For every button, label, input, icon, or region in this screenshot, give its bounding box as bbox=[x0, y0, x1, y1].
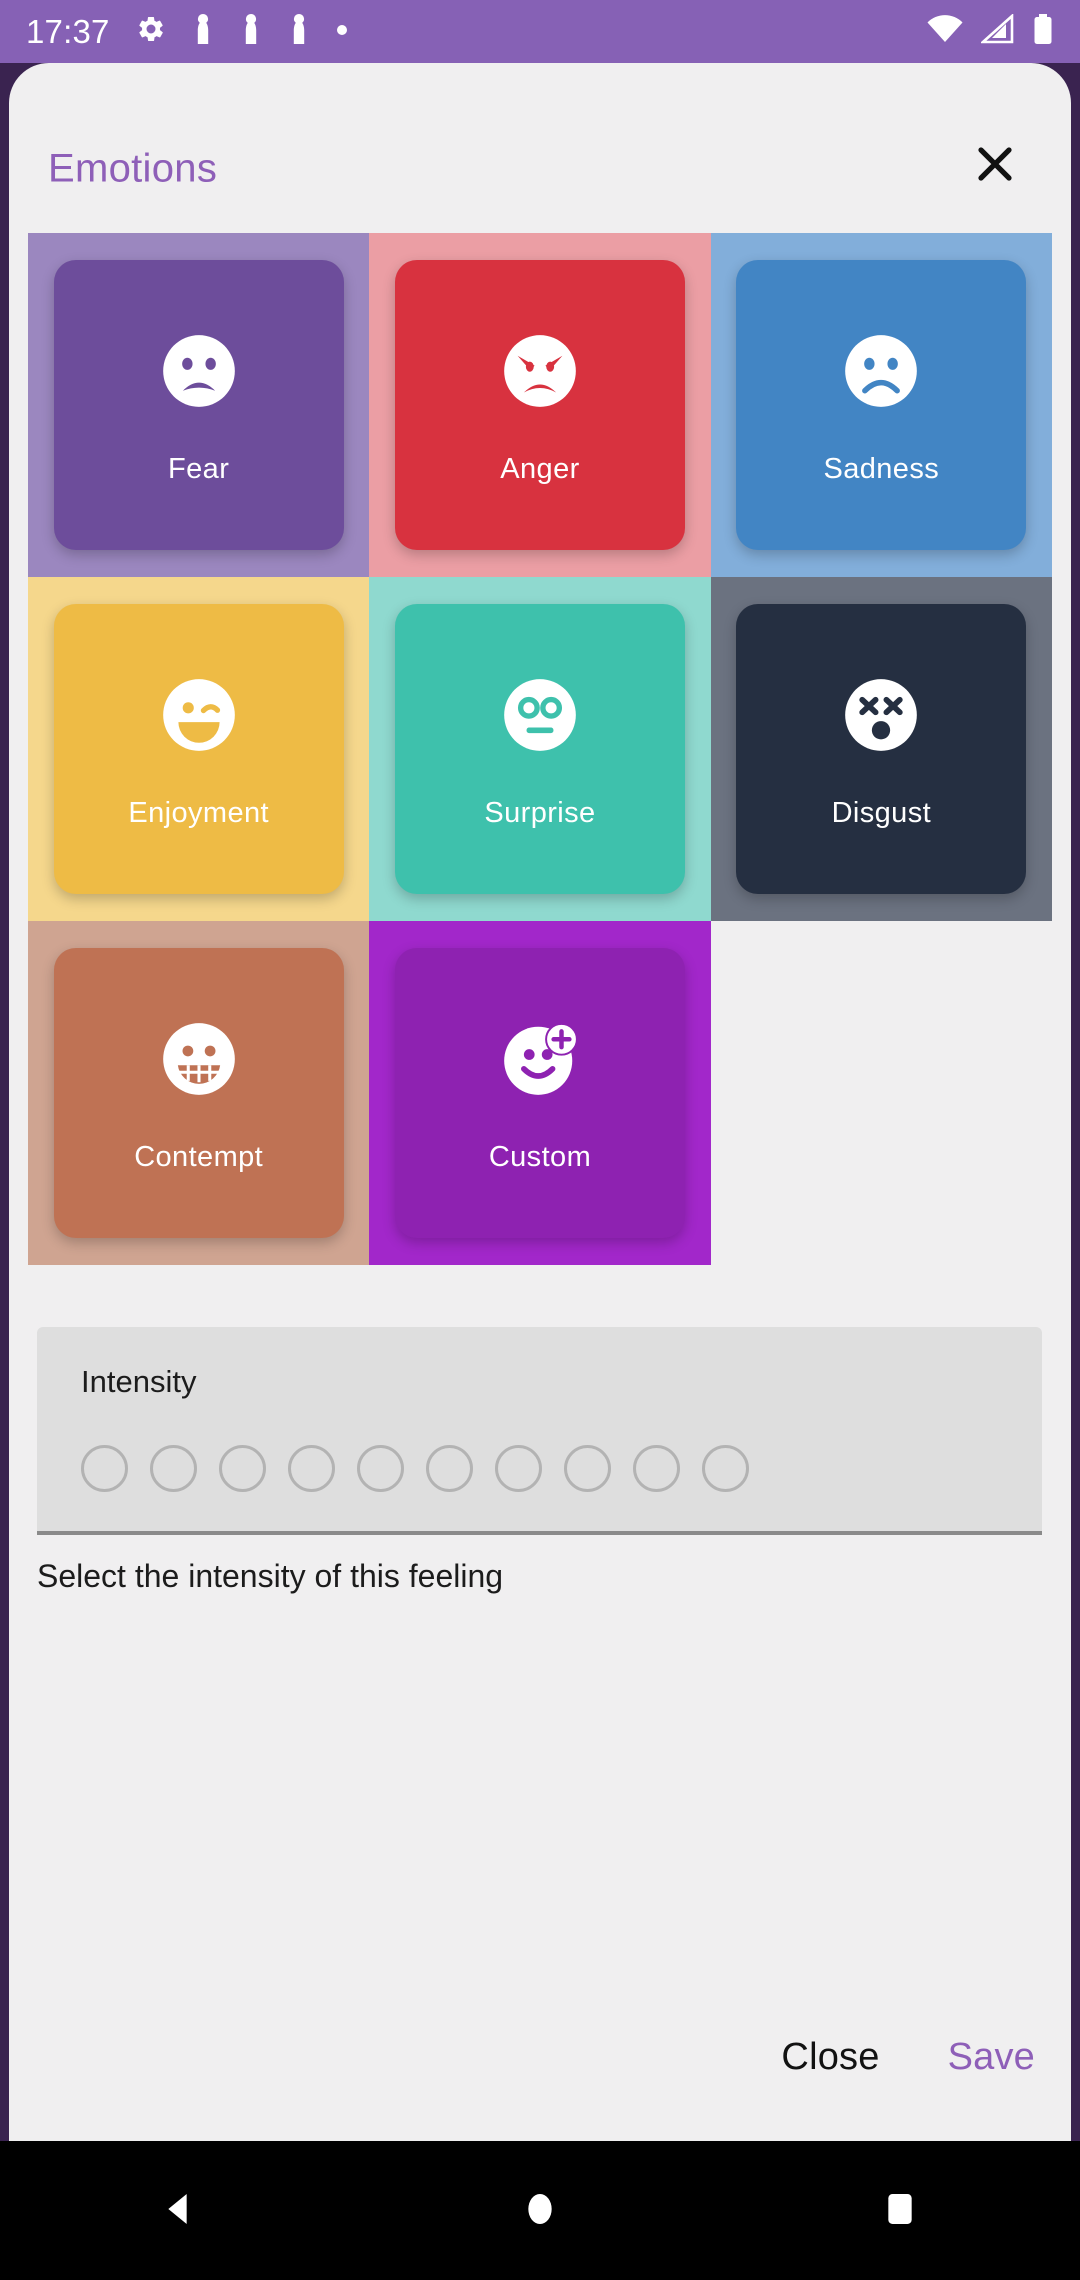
emotion-grid: Fear Anger Sadness Enjoyment Surprise Di… bbox=[28, 233, 1052, 1265]
emotion-tile-enjoyment[interactable]: Enjoyment bbox=[28, 577, 370, 921]
home-button[interactable] bbox=[465, 2141, 615, 2280]
intensity-options bbox=[81, 1445, 749, 1492]
intensity-field[interactable]: Intensity bbox=[37, 1327, 1042, 1535]
fearful-face-icon bbox=[155, 327, 243, 415]
dialog-actions: Close Save bbox=[775, 2026, 1041, 2089]
angry-face-icon bbox=[496, 327, 584, 415]
intensity-option-6[interactable] bbox=[426, 1445, 473, 1492]
emotion-tile-disgust[interactable]: Disgust bbox=[710, 577, 1052, 921]
emotion-label: Custom bbox=[488, 1140, 592, 1173]
intensity-option-1[interactable] bbox=[81, 1445, 128, 1492]
emotion-tile-sadness[interactable]: Sadness bbox=[710, 233, 1052, 577]
emotion-label: Disgust bbox=[831, 796, 932, 829]
emotion-label: Contempt bbox=[134, 1140, 264, 1173]
emotion-tile-anger[interactable]: Anger bbox=[369, 233, 711, 577]
recents-square-icon bbox=[880, 2189, 920, 2232]
save-button[interactable]: Save bbox=[942, 2026, 1041, 2089]
intensity-option-5[interactable] bbox=[357, 1445, 404, 1492]
emotion-tile-contempt[interactable]: Contempt bbox=[28, 921, 370, 1265]
intensity-option-8[interactable] bbox=[564, 1445, 611, 1492]
gear-icon bbox=[136, 14, 166, 49]
intensity-option-3[interactable] bbox=[219, 1445, 266, 1492]
add-emotion-icon bbox=[496, 1015, 584, 1103]
emotion-tile-surprise[interactable]: Surprise bbox=[369, 577, 711, 921]
status-bar: 17:37 bbox=[0, 0, 1080, 63]
emotions-dialog: Emotions Fear Anger Sadness Enjoyment Su… bbox=[9, 63, 1071, 2141]
cellular-signal-icon bbox=[979, 13, 1015, 49]
emotion-label: Fear bbox=[168, 452, 230, 485]
close-icon bbox=[971, 140, 1019, 191]
intensity-label: Intensity bbox=[81, 1364, 197, 1399]
emotion-label: Surprise bbox=[484, 796, 596, 829]
notification-icon bbox=[288, 13, 310, 50]
sad-face-icon bbox=[837, 327, 925, 415]
recents-button[interactable] bbox=[825, 2141, 975, 2280]
intensity-option-2[interactable] bbox=[150, 1445, 197, 1492]
emotion-label: Enjoyment bbox=[128, 796, 269, 829]
intensity-option-10[interactable] bbox=[702, 1445, 749, 1492]
intensity-option-7[interactable] bbox=[495, 1445, 542, 1492]
android-navigation-bar bbox=[0, 2141, 1080, 2280]
back-button[interactable] bbox=[105, 2141, 255, 2280]
notification-icon bbox=[240, 13, 262, 50]
emotion-label: Anger bbox=[500, 452, 580, 485]
close-action-button[interactable]: Close bbox=[775, 2026, 885, 2089]
notification-icon bbox=[192, 13, 214, 50]
emotion-tile-custom[interactable]: Custom bbox=[369, 921, 711, 1265]
emotion-tile-fear[interactable]: Fear bbox=[28, 233, 370, 577]
intensity-option-4[interactable] bbox=[288, 1445, 335, 1492]
phone-screen: 17:37 Emotions Fear Anger Sadness Enjoym… bbox=[0, 0, 1080, 2280]
dot-icon bbox=[336, 23, 348, 41]
dialog-header: Emotions bbox=[9, 63, 1071, 206]
emotion-grid-empty-cell bbox=[710, 921, 1052, 1265]
grimacing-face-icon bbox=[155, 1015, 243, 1103]
intensity-helper-text: Select the intensity of this feeling bbox=[37, 1558, 504, 1594]
winking-face-icon bbox=[155, 671, 243, 759]
status-bar-system-icons bbox=[926, 13, 1054, 50]
close-button[interactable] bbox=[956, 126, 1034, 204]
home-circle-icon bbox=[520, 2189, 560, 2232]
emotion-label: Sadness bbox=[823, 452, 940, 485]
surprised-face-icon bbox=[496, 671, 584, 759]
dizzy-face-icon bbox=[837, 671, 925, 759]
intensity-option-9[interactable] bbox=[633, 1445, 680, 1492]
wifi-icon bbox=[926, 14, 964, 49]
status-bar-clock: 17:37 bbox=[26, 12, 110, 50]
page-title: Emotions bbox=[48, 146, 218, 191]
back-triangle-icon bbox=[160, 2189, 200, 2232]
battery-icon bbox=[1032, 13, 1054, 50]
status-bar-notification-icons bbox=[136, 13, 348, 50]
